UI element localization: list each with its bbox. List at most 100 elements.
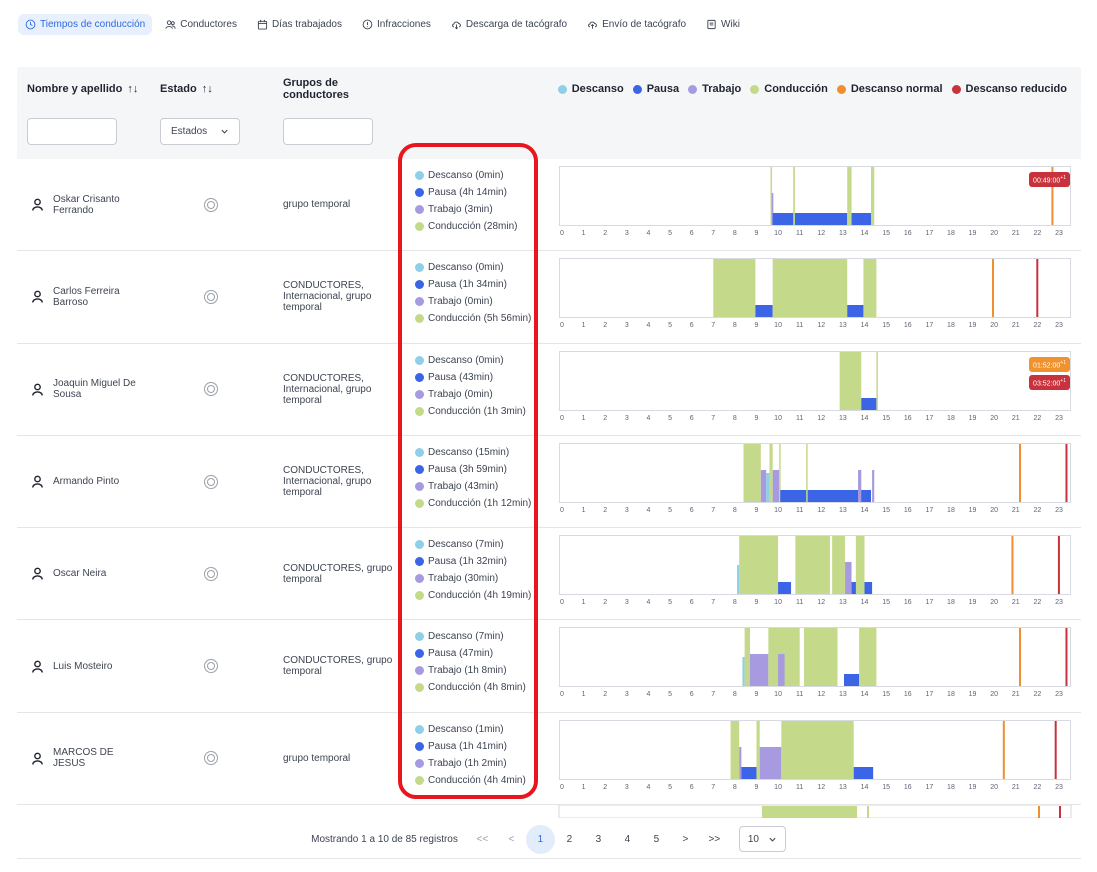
activity-bar-conduccion[interactable] bbox=[772, 259, 848, 318]
next-page-button[interactable]: > bbox=[671, 825, 700, 854]
activity-bar-trabajo[interactable] bbox=[845, 562, 852, 595]
driver-name-cell[interactable]: Carlos Ferreira Barroso bbox=[31, 251, 146, 342]
tab-2[interactable]: Días trabajados bbox=[250, 14, 349, 35]
rest-badge[interactable]: 01:52:00+1 bbox=[1029, 356, 1070, 372]
activity-bar-trabajo[interactable] bbox=[858, 469, 862, 502]
activity-bar-pausa[interactable] bbox=[853, 766, 874, 779]
activity-bar-trabajo[interactable] bbox=[760, 469, 767, 502]
rest-marker-reducido[interactable] bbox=[1057, 536, 1060, 595]
tab-6[interactable]: Wiki bbox=[699, 14, 747, 35]
timeline-chart[interactable]: 0 1 2 3 4 5 6 7 8 9 10 11 12 13 14 15 16 17 18 19 20 21 22 23 bbox=[559, 442, 1072, 523]
prev-page-button[interactable]: < bbox=[497, 825, 526, 854]
page-button[interactable]: 2 bbox=[555, 825, 584, 854]
rest-marker-reducido[interactable] bbox=[1065, 443, 1068, 502]
tab-3[interactable]: Infracciones bbox=[355, 14, 438, 35]
activity-bar-trabajo[interactable] bbox=[772, 469, 780, 502]
tab-1[interactable]: Conductores bbox=[158, 14, 244, 35]
last-page-button[interactable]: >> bbox=[700, 825, 729, 854]
activity-bar-conduccion[interactable] bbox=[730, 720, 740, 779]
legend-item[interactable]: Pausa bbox=[632, 83, 679, 95]
timeline-chart[interactable]: 01:52:00+1 03:52:00+1 0 1 2 3 4 5 6 7 8 9 10 11 12 13 14… bbox=[559, 350, 1072, 431]
activity-bar-pausa[interactable] bbox=[755, 305, 773, 318]
timeline-chart[interactable]: 0 1 2 3 4 5 6 7 8 9 10 11 12 13 14 15 16 17 18 19 20 21 22 23 bbox=[559, 535, 1072, 615]
driver-name-cell[interactable]: Oskar Crisanto Ferrando bbox=[31, 159, 146, 250]
header-state[interactable]: Estado ↑↓ bbox=[160, 67, 213, 111]
legend-item[interactable]: Descanso bbox=[557, 83, 624, 95]
activity-bar-trabajo[interactable] bbox=[739, 746, 742, 779]
page-button[interactable]: 5 bbox=[642, 825, 671, 854]
activity-bar-conduccion[interactable] bbox=[795, 536, 830, 595]
activity-bar-conduccion[interactable] bbox=[804, 628, 838, 687]
name-filter-input[interactable] bbox=[27, 118, 117, 145]
rest-marker-reducido[interactable] bbox=[1065, 628, 1068, 687]
activity-bar-descanso[interactable] bbox=[737, 565, 740, 595]
rest-marker-normal[interactable] bbox=[992, 259, 995, 318]
activity-bar-conduccion[interactable] bbox=[832, 536, 846, 595]
activity-bar-conduccion[interactable] bbox=[863, 259, 877, 318]
activity-bar-conduccion[interactable] bbox=[806, 443, 808, 502]
rest-marker-reducido[interactable] bbox=[1036, 259, 1039, 318]
legend-item[interactable]: Descanso normal bbox=[836, 83, 943, 95]
legend-item[interactable]: Trabajo bbox=[688, 83, 741, 95]
legend-item[interactable]: Descanso reducido bbox=[951, 83, 1067, 95]
driver-name-cell[interactable]: Joaquin Miguel De Sousa bbox=[31, 344, 146, 435]
rest-badge[interactable]: 00:49:00+1 bbox=[1029, 172, 1070, 188]
activity-bar-pausa[interactable] bbox=[772, 213, 848, 225]
activity-bar-pausa[interactable] bbox=[780, 489, 872, 502]
rest-marker-normal[interactable] bbox=[1002, 720, 1005, 779]
page-size-select[interactable]: 10 bbox=[738, 826, 786, 852]
activity-bar-conduccion[interactable] bbox=[756, 720, 760, 779]
activity-bar-descanso[interactable] bbox=[766, 472, 770, 502]
activity-bar-conduccion[interactable] bbox=[781, 720, 854, 779]
activity-bar-trabajo[interactable] bbox=[759, 746, 782, 779]
group-filter-input[interactable] bbox=[283, 118, 373, 145]
legend-item[interactable]: Conducción bbox=[750, 83, 828, 95]
tab-5[interactable]: Envío de tacógrafo bbox=[580, 14, 693, 35]
page-button[interactable]: 4 bbox=[613, 825, 642, 854]
rest-marker-normal[interactable] bbox=[1019, 443, 1022, 502]
timeline-chart[interactable]: 00:49:00+1 0 1 2 3 4 5 6 7 8 9 10 11 12 13 14 15 16 17 18 19… bbox=[559, 166, 1072, 246]
rest-marker-reducido[interactable] bbox=[1054, 720, 1057, 779]
page-button[interactable]: 3 bbox=[584, 825, 613, 854]
activity-bar-pausa[interactable] bbox=[843, 674, 860, 687]
sort-icon[interactable]: ↑↓ bbox=[127, 83, 138, 95]
activity-bar-conduccion[interactable] bbox=[876, 351, 878, 410]
rest-marker-normal[interactable] bbox=[1019, 628, 1022, 687]
activity-bar-pausa[interactable] bbox=[851, 213, 872, 225]
activity-bar-pausa[interactable] bbox=[847, 305, 864, 318]
activity-bar-conduccion[interactable] bbox=[859, 628, 877, 687]
activity-bar-trabajo[interactable] bbox=[778, 654, 785, 687]
activity-bar-conduccion[interactable] bbox=[769, 443, 773, 502]
activity-bar-conduccion[interactable] bbox=[793, 167, 795, 225]
header-name[interactable]: Nombre y apellido ↑↓ bbox=[27, 67, 138, 111]
timeline-chart[interactable]: 0 1 2 3 4 5 6 7 8 9 10 11 12 13 14 15 16 17 18 19 20 21 22 23 bbox=[559, 258, 1072, 338]
activity-bar-conduccion[interactable] bbox=[871, 167, 875, 225]
state-filter-select[interactable]: Estados bbox=[160, 118, 240, 145]
activity-bar-descanso[interactable] bbox=[742, 657, 745, 687]
activity-bar-pausa[interactable] bbox=[741, 766, 757, 779]
activity-bar-conduccion[interactable] bbox=[744, 628, 750, 687]
driver-name-cell[interactable]: MARCOS DE JESUS bbox=[31, 713, 146, 804]
first-page-button[interactable]: << bbox=[468, 825, 497, 854]
activity-bar-conduccion[interactable] bbox=[847, 167, 852, 225]
driver-name-cell[interactable]: Luis Mosteiro bbox=[31, 620, 146, 711]
rest-badge[interactable]: 03:52:00+1 bbox=[1029, 374, 1070, 390]
timeline-chart[interactable]: 0 1 2 3 4 5 6 7 8 9 10 11 12 13 14 15 16 17 18 19 20 21 22 23 bbox=[559, 627, 1072, 707]
activity-bar-conduccion[interactable] bbox=[855, 536, 865, 595]
tab-0[interactable]: Tiempos de conducción bbox=[18, 14, 153, 35]
driver-name-cell[interactable]: Armando Pinto bbox=[31, 436, 146, 527]
timeline-chart[interactable]: 0 1 2 3 4 5 6 7 8 9 10 11 12 13 14 15 16 17 18 19 20 21 22 23 bbox=[559, 719, 1072, 800]
activity-bar-pausa[interactable] bbox=[778, 582, 792, 595]
activity-bar-conduccion[interactable] bbox=[743, 443, 761, 502]
activity-bar-conduccion[interactable] bbox=[713, 259, 756, 318]
activity-bar-pausa[interactable] bbox=[861, 397, 877, 410]
activity-bar-trabajo[interactable] bbox=[872, 469, 875, 502]
activity-bar-conduccion[interactable] bbox=[839, 351, 862, 410]
sort-icon[interactable]: ↑↓ bbox=[202, 83, 213, 95]
activity-bar-trabajo[interactable] bbox=[749, 654, 769, 687]
driver-name-cell[interactable]: Oscar Neira bbox=[31, 528, 146, 619]
rest-marker-normal[interactable] bbox=[1011, 536, 1014, 595]
tab-4[interactable]: Descarga de tacógrafo bbox=[444, 14, 574, 35]
page-button[interactable]: 1 bbox=[525, 824, 555, 854]
activity-bar-conduccion[interactable] bbox=[739, 536, 779, 595]
